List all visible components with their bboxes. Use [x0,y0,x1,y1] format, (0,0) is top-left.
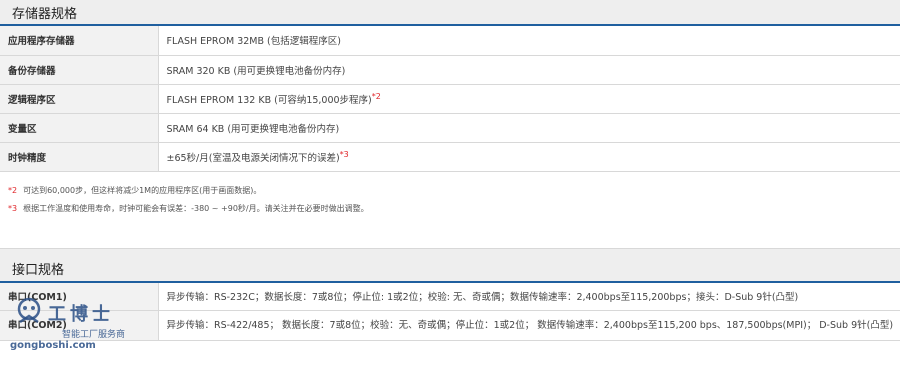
row-value: SRAM 64 KB (用可更换锂电池备份内存) [158,113,900,143]
footnote-ref[interactable]: *3 [340,149,349,158]
row-label: 串口(COM1) [0,282,159,311]
footnote-text: 根据工作温度和使用寿命，时钟可能会有误差：-380 ~ +90秒/月。请关注并在… [23,203,369,213]
row-value-text: FLASH EPROM 132 KB (可容纳15,000步程序) [166,94,372,106]
memory-section-title: 存储器规格 [0,0,900,26]
footnote-ref[interactable]: *2 [372,91,381,100]
table-row: 备份存储器 SRAM 320 KB (用可更换锂电池备份内存) [0,55,900,85]
footnote-text: 可达到60,000步，但这样将减少1M的应用程序区(用于画面数据)。 [23,185,262,195]
footnotes: *2 可达到60,000步，但这样将减少1M的应用程序区(用于画面数据)。 *3 根… [0,172,900,249]
footnote-mark: *3 [8,203,18,213]
table-row: 时钟精度 ±65秒/月(室温及电源关闭情况下的误差)*3 [0,142,900,172]
interface-section-title: 接口规格 [0,248,900,283]
row-value: SRAM 320 KB (用可更换锂电池备份内存) [158,55,900,85]
row-value: 异步传输：RS-232C；数据长度：7或8位；停止位: 1或2位；校验: 无、奇… [158,282,900,311]
row-label: 备份存储器 [0,55,159,85]
row-value-text: ±65秒/月(室温及电源关闭情况下的误差) [166,152,340,164]
memory-spec-table: 应用程序存储器 FLASH EPROM 32MB (包括逻辑程序区) 备份存储器… [0,26,900,172]
row-label: 串口(COM2) [0,310,159,341]
table-row: 逻辑程序区 FLASH EPROM 132 KB (可容纳15,000步程序)*… [0,84,900,114]
footnote: *3 根据工作温度和使用寿命，时钟可能会有误差：-380 ~ +90秒/月。请关注… [8,200,900,218]
row-label: 变量区 [0,113,159,143]
table-row: 变量区 SRAM 64 KB (用可更换锂电池备份内存) [0,113,900,143]
row-value: FLASH EPROM 32MB (包括逻辑程序区) [158,26,900,56]
table-row: 串口(COM1) 异步传输：RS-232C；数据长度：7或8位；停止位: 1或2… [0,282,900,311]
watermark-url: gongboshi.com [10,340,96,351]
row-label: 应用程序存储器 [0,26,159,56]
footnote: *2 可达到60,000步，但这样将减少1M的应用程序区(用于画面数据)。 [8,182,900,200]
row-value-text: SRAM 320 KB (用可更换锂电池备份内存) [166,65,346,77]
row-value-text: SRAM 64 KB (用可更换锂电池备份内存) [166,123,340,135]
interface-spec-table: 串口(COM1) 异步传输：RS-232C；数据长度：7或8位；停止位: 1或2… [0,282,900,341]
footnote-mark: *2 [8,185,18,195]
row-label: 逻辑程序区 [0,84,159,114]
row-value: 异步传输：RS-422/485； 数据长度：7或8位；校验：无、奇或偶；停止位：… [158,310,900,341]
table-row: 串口(COM2) 异步传输：RS-422/485； 数据长度：7或8位；校验：无… [0,310,900,341]
row-value: ±65秒/月(室温及电源关闭情况下的误差)*3 [158,142,900,172]
spec-page: 存储器规格 应用程序存储器 FLASH EPROM 32MB (包括逻辑程序区)… [0,0,900,368]
row-value-text: FLASH EPROM 32MB (包括逻辑程序区) [166,36,341,48]
table-row: 应用程序存储器 FLASH EPROM 32MB (包括逻辑程序区) [0,26,900,56]
row-value: FLASH EPROM 132 KB (可容纳15,000步程序)*2 [158,84,900,114]
row-label: 时钟精度 [0,142,159,172]
